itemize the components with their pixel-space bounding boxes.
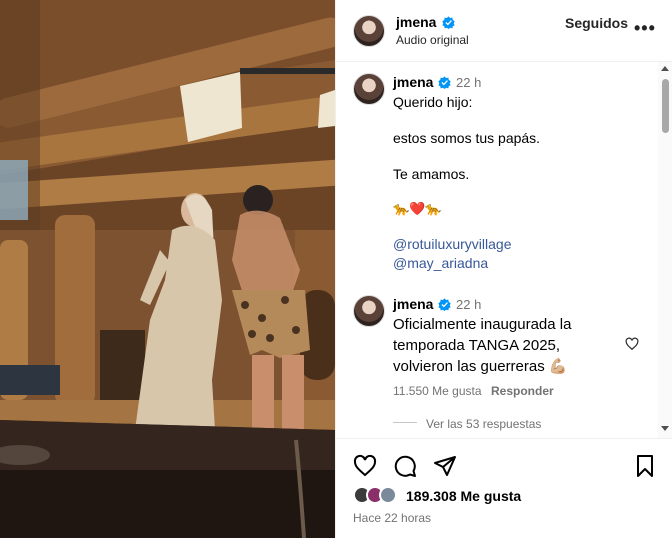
caption-line: estos somos tus papás. (393, 130, 541, 146)
following-button[interactable]: Seguidos (565, 15, 628, 31)
verified-badge-icon (438, 76, 451, 89)
scroll-down-arrow[interactable] (661, 426, 669, 431)
caption-line: Te amamos. (393, 166, 470, 182)
verified-badge-icon (442, 16, 455, 29)
caption-line: Querido hijo: (393, 94, 473, 110)
comments-list: jmena 22 h Querido hijo: estos somos tus… (336, 62, 672, 438)
scroll-thumb[interactable] (662, 79, 669, 133)
comment-time: 22 h (456, 75, 482, 90)
comment-likes[interactable]: 11.550 Me gusta (393, 384, 482, 398)
comment-username[interactable]: jmena (393, 296, 433, 312)
author-avatar[interactable] (353, 15, 385, 47)
comment-time: 22 h (456, 297, 482, 312)
comment-like-icon[interactable] (625, 337, 639, 351)
video-frame-image (0, 0, 335, 538)
comment-username[interactable]: jmena (393, 74, 433, 90)
likes-count[interactable]: 189.308 Me gusta (406, 488, 521, 504)
comments-scrollbar[interactable] (658, 62, 672, 438)
comment-icon[interactable] (393, 454, 417, 478)
mention-link[interactable]: @rotuiluxuryvillage (393, 236, 511, 252)
author-username[interactable]: jmena (396, 14, 436, 30)
post-timestamp: Hace 22 horas (353, 511, 432, 525)
bookmark-icon[interactable] (633, 454, 657, 478)
replies-divider (393, 422, 417, 423)
more-options-icon[interactable]: ••• (634, 18, 656, 39)
send-icon[interactable] (433, 454, 457, 478)
mention-link[interactable]: @may_ariadna (393, 255, 488, 271)
comment-avatar[interactable] (353, 73, 385, 105)
heart-icon[interactable] (353, 454, 377, 478)
scroll-up-arrow[interactable] (661, 66, 669, 71)
comment-avatar[interactable] (353, 295, 385, 327)
post-header: jmena Audio original Seguidos ••• (336, 0, 672, 62)
comment-text: Oficialmente inaugurada la temporada TAN… (393, 316, 572, 375)
view-replies-button[interactable]: Ver las 53 respuestas (426, 417, 541, 431)
post-sidebar: jmena Audio original Seguidos ••• jmena … (335, 0, 672, 538)
post-actions: 189.308 Me gusta Hace 22 horas (336, 438, 672, 538)
liker-avatar[interactable] (379, 486, 397, 504)
verified-badge-icon (438, 298, 451, 311)
caption-emojis: 🐆❤️🐆 (393, 201, 442, 216)
post-video[interactable] (0, 0, 335, 538)
audio-label[interactable]: Audio original (396, 33, 469, 47)
reply-button[interactable]: Responder (491, 384, 554, 398)
